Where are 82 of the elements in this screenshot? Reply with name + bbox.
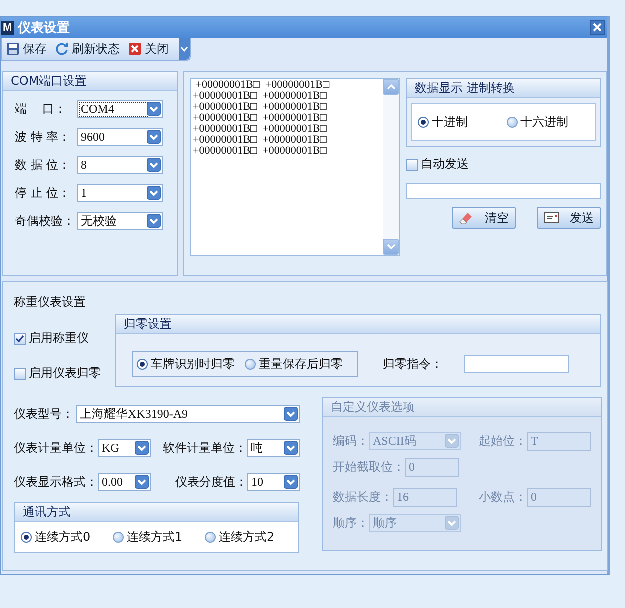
dropdown[interactable]: 吨 — [247, 439, 300, 457]
card-icon — [544, 210, 560, 226]
close-icon — [593, 23, 602, 32]
log-line: +00000001B□ +00000001B□ — [193, 146, 328, 157]
radio-button[interactable] — [21, 532, 32, 542]
field-label: 停 止 位： — [15, 184, 72, 202]
field-label: 编码： — [333, 432, 369, 450]
group-title: 归零设置 — [116, 315, 600, 334]
checkbox-label[interactable]: 启用称重仪 — [29, 330, 89, 347]
dropdown[interactable]: KG — [98, 439, 151, 457]
field-label: 顺序： — [333, 514, 369, 532]
radio-label[interactable]: 连续方式2 — [219, 528, 275, 546]
checkbox[interactable] — [406, 158, 418, 170]
field-label: 仪表显示格式： — [14, 474, 98, 490]
toolbar-button[interactable]: 保存 — [2, 40, 51, 58]
group-title: COM端口设置 — [3, 72, 177, 91]
radio-button[interactable] — [205, 532, 216, 542]
log-line: +00000001B□ +00000001B□ — [193, 124, 328, 135]
field-label: 数据长度： — [333, 488, 393, 506]
chevron-down-icon — [181, 46, 188, 52]
field-label: 数 据 位： — [15, 156, 72, 174]
dropdown[interactable]: 1 — [77, 184, 163, 202]
log-line: +00000001B□ +00000001B□ — [193, 113, 328, 124]
dropdown[interactable]: 8 — [77, 156, 163, 174]
field-label: 波 特 率： — [15, 128, 72, 146]
radio-button[interactable] — [506, 116, 518, 128]
radio-button[interactable] — [418, 116, 429, 128]
log-line: +00000001B□ +00000001B□ — [193, 102, 328, 113]
scroll-down-button[interactable] — [383, 239, 399, 255]
field-label: 奇偶校验： — [15, 212, 76, 230]
field-label: 归零指令： — [383, 356, 444, 372]
chevron-down-icon — [386, 244, 396, 250]
field-label: 端 口： — [15, 100, 68, 118]
input-field[interactable] — [464, 355, 569, 373]
section-title: 称重仪表设置 — [14, 294, 87, 311]
scroll-up-button[interactable] — [383, 79, 399, 95]
dropdown[interactable]: 上海耀华XK3190-A9 — [76, 405, 300, 423]
checkbox[interactable] — [14, 368, 26, 380]
radio-label[interactable]: 重量保存后归零 — [259, 356, 343, 372]
refresh-icon — [55, 42, 69, 56]
dropdown[interactable]: COM4 — [77, 100, 163, 118]
toolbar-button[interactable]: 关闭 — [124, 40, 173, 58]
dropdown[interactable]: 无校验 — [77, 212, 163, 230]
group-title: 数据显示 进制转换 — [407, 79, 600, 98]
checkbox-label[interactable]: 自动发送 — [421, 156, 469, 173]
dropdown[interactable]: 9600 — [77, 128, 163, 146]
toolbar-menu-button[interactable] — [179, 38, 190, 60]
eraser-icon — [459, 210, 475, 226]
input-field[interactable] — [406, 183, 601, 199]
dropdown[interactable]: 10 — [247, 473, 300, 491]
field-label: 仪表型号： — [14, 406, 74, 422]
action-button[interactable]: 发送 — [537, 207, 601, 229]
checkbox[interactable] — [14, 332, 26, 344]
chevron-up-icon — [386, 84, 396, 90]
field-label: 小数点： — [479, 488, 527, 506]
checkmark-icon — [15, 334, 25, 344]
app-icon: M — [1, 20, 14, 34]
group-title: 自定义仪表选项 — [323, 398, 601, 417]
field-label: 仪表计量单位： — [14, 440, 98, 456]
radio-label[interactable]: 车牌识别时归零 — [151, 356, 235, 372]
toolbar-button[interactable]: 刷新状态 — [51, 40, 124, 58]
field-label: 起始位： — [479, 432, 527, 450]
radio-label[interactable]: 十进制 — [432, 114, 468, 130]
log-line: +00000001B□ +00000001B□ — [193, 91, 328, 102]
radio-label[interactable]: 连续方式0 — [35, 528, 91, 546]
radio-button[interactable] — [137, 358, 148, 370]
log-line: +00000001B□ +00000001B□ — [193, 135, 328, 146]
field-label: 仪表分度值： — [175, 474, 248, 490]
close-button[interactable] — [590, 20, 605, 35]
radio-label[interactable]: 连续方式1 — [127, 528, 183, 546]
action-button[interactable]: 清空 — [452, 207, 516, 229]
checkbox-label[interactable]: 启用仪表归零 — [29, 365, 101, 382]
radio-button[interactable] — [113, 532, 124, 542]
field-label: 软件计量单位： — [163, 440, 247, 456]
group-title: 通讯方式 — [15, 503, 298, 522]
radio-button[interactable] — [245, 358, 256, 370]
field-label: 开始截取位： — [333, 458, 405, 476]
close-icon — [128, 42, 142, 56]
log-line: +00000001B□ +00000001B□ — [194, 80, 331, 91]
radio-label[interactable]: 十六进制 — [520, 114, 568, 130]
window-title: 仪表设置 — [18, 20, 72, 36]
dropdown[interactable]: 0.00 — [98, 473, 152, 491]
